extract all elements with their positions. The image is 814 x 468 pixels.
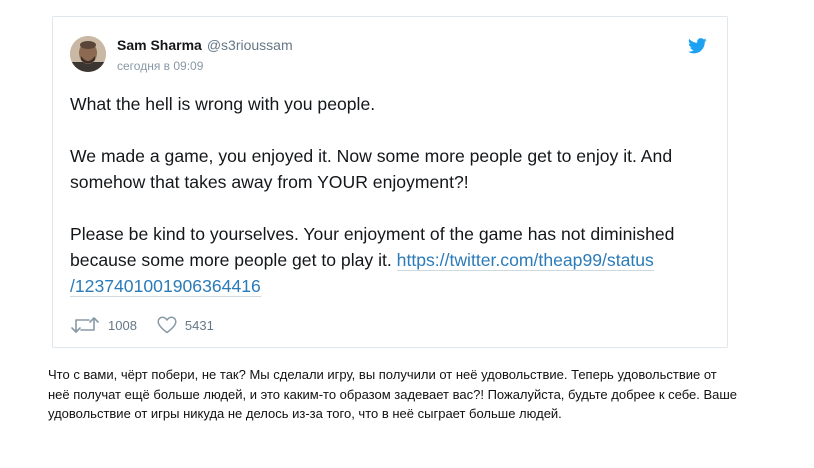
tweet-status-link-part2[interactable]: /1237401001906364416 bbox=[70, 276, 261, 296]
author-line: Sam Sharma @s3rioussam bbox=[117, 37, 293, 53]
translation-caption: Что с вами, чёрт побери, не так? Мы сдел… bbox=[48, 367, 738, 421]
tweet-paragraph-2: We made a game, you enjoyed it. Now some… bbox=[70, 146, 673, 192]
author-handle[interactable]: @s3rioussam bbox=[207, 37, 293, 53]
page: Sam Sharma @s3rioussam сегодня в 09:09 W… bbox=[0, 0, 814, 468]
embedded-tweet: Sam Sharma @s3rioussam сегодня в 09:09 W… bbox=[52, 16, 728, 348]
avatar[interactable] bbox=[70, 36, 106, 72]
tweet-actions: 1008 5431 bbox=[70, 316, 234, 334]
tweet-header: Sam Sharma @s3rioussam сегодня в 09:09 bbox=[70, 36, 293, 76]
retweet-icon bbox=[71, 317, 99, 333]
author-name[interactable]: Sam Sharma bbox=[117, 37, 202, 53]
tweet-status-link-part1[interactable]: https://twitter.com/theap99/status bbox=[397, 250, 654, 270]
retweet-count: 1008 bbox=[108, 317, 137, 333]
author-block: Sam Sharma @s3rioussam сегодня в 09:09 bbox=[117, 37, 293, 73]
tweet-paragraph-3: Please be kind to yourselves. Your enjoy… bbox=[70, 221, 710, 299]
like-button[interactable]: 5431 bbox=[157, 316, 214, 334]
tweet-paragraph-1: What the hell is wrong with you people. bbox=[70, 94, 376, 114]
retweet-button[interactable]: 1008 bbox=[70, 316, 137, 334]
like-count: 5431 bbox=[184, 317, 214, 333]
twitter-bird-icon[interactable] bbox=[688, 38, 707, 54]
tweet-text: What the hell is wrong with you people. … bbox=[70, 91, 710, 299]
heart-icon bbox=[157, 316, 177, 334]
tweet-timestamp[interactable]: сегодня в 09:09 bbox=[117, 59, 293, 73]
